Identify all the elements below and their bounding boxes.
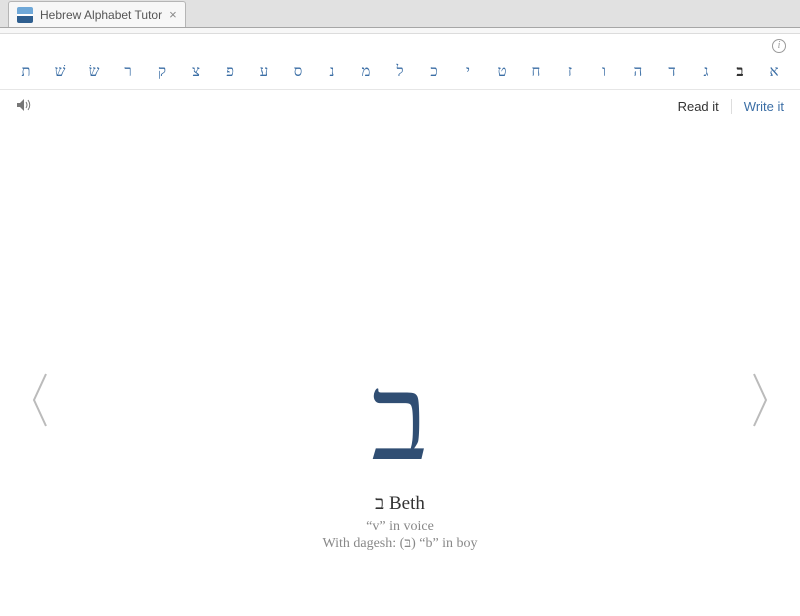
alphabet-letter[interactable]: ז (562, 64, 578, 81)
mode-write[interactable]: Write it (731, 99, 784, 114)
alphabet-letter[interactable]: ע (256, 64, 272, 81)
alphabet-letter[interactable]: ב (732, 64, 748, 81)
controls-row: Read it Write it (0, 90, 800, 115)
alphabet-letter[interactable]: ח (528, 64, 544, 81)
card-letter-name: ב Beth (322, 493, 477, 515)
card-pronunciation-2: With dagesh: (בּ) “b” in boy (322, 536, 477, 552)
browser-tab[interactable]: Hebrew Alphabet Tutor × (8, 1, 186, 27)
alphabet-letter[interactable]: צ (188, 64, 204, 81)
alphabet-letter[interactable]: כ (426, 64, 442, 81)
alphabet-letter[interactable]: שׂ (86, 64, 102, 81)
favicon-icon (17, 7, 33, 23)
alphabet-letter[interactable]: נ (324, 64, 340, 81)
alphabet-letter[interactable]: ל (392, 64, 408, 81)
browser-tab-bar: Hebrew Alphabet Tutor × (0, 0, 800, 28)
alphabet-letter[interactable]: פ (222, 64, 238, 81)
alphabet-letter[interactable]: שׁ (52, 64, 68, 81)
speaker-icon[interactable] (16, 98, 33, 115)
alphabet-letter[interactable]: ו (596, 64, 612, 81)
alphabet-letter[interactable]: ס (290, 64, 306, 81)
card-name-hebrew: ב (375, 493, 384, 514)
alphabet-letter[interactable]: י (460, 64, 476, 81)
info-row: i (0, 34, 800, 58)
card-letter: ב (322, 359, 477, 479)
alphabet-letter[interactable]: ד (664, 64, 680, 81)
alphabet-letter[interactable]: א (766, 64, 782, 81)
card-pronunciation-1: “v” in voice (322, 519, 477, 535)
card-name-latin: Beth (389, 493, 425, 514)
alphabet-letter[interactable]: ג (698, 64, 714, 81)
alphabet-letter[interactable]: ה (630, 64, 646, 81)
alphabet-strip: ת שׁ שׂ ר ק צ פ ע ס נ מ ל כ י ט ח ז ו ה ד ג ב א (0, 58, 800, 90)
alphabet-letter[interactable]: ר (120, 64, 136, 81)
card-content: ב ב Beth “v” in voice With dagesh: (בּ) … (322, 359, 477, 552)
info-icon[interactable]: i (772, 39, 786, 53)
close-tab-icon[interactable]: × (169, 8, 177, 21)
alphabet-letter[interactable]: ק (154, 64, 170, 81)
alphabet-letter[interactable]: מ (358, 64, 374, 81)
prev-arrow[interactable] (20, 365, 60, 435)
next-arrow[interactable] (740, 365, 780, 435)
mode-read[interactable]: Read it (678, 99, 719, 114)
alphabet-letter[interactable]: ט (494, 64, 510, 81)
flashcard-area: ב ב Beth “v” in voice With dagesh: (בּ) … (0, 115, 800, 595)
tab-title: Hebrew Alphabet Tutor (40, 8, 162, 22)
alphabet-letter[interactable]: ת (18, 64, 34, 81)
